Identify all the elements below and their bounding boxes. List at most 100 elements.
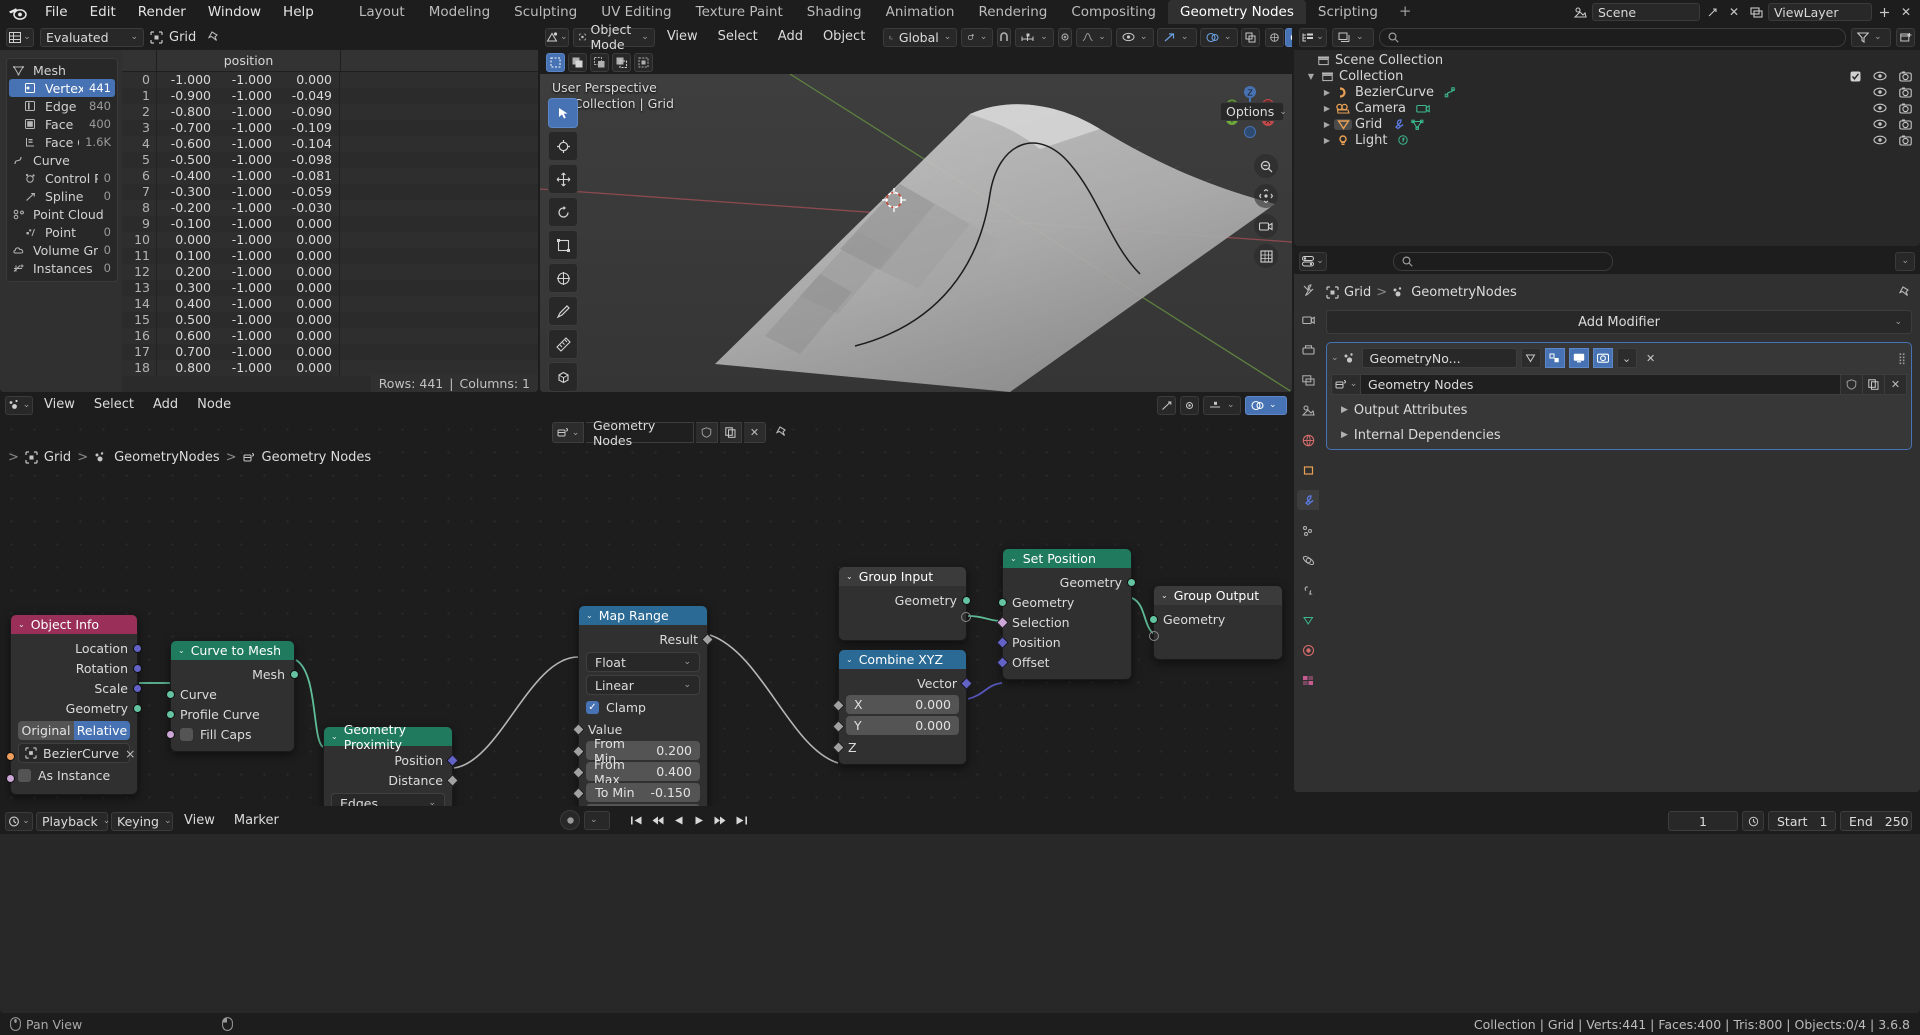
- domain-row-instances[interactable]: Instances 0: [7, 259, 117, 277]
- timeline-editor-type-icon[interactable]: ⌄: [5, 811, 33, 831]
- socket-input-virtual[interactable]: [1149, 629, 1282, 645]
- auto-key-icon[interactable]: [1742, 811, 1764, 831]
- clear-object-icon[interactable]: ×: [125, 746, 135, 761]
- transform-space-toggle[interactable]: Original Relative: [18, 721, 130, 740]
- curve-data-icon[interactable]: [1444, 86, 1457, 98]
- socket-dot-virtual[interactable]: [961, 612, 971, 622]
- solid-shading-button[interactable]: [1284, 27, 1292, 47]
- gizmo-dropdown[interactable]: ⌄: [1156, 27, 1197, 47]
- jump-to-end-button[interactable]: [733, 810, 750, 830]
- interpolation-type-dropdown[interactable]: Linear ⌄: [586, 675, 700, 695]
- socket-diamond-value[interactable]: [832, 699, 845, 712]
- viewport-editor-type-icon[interactable]: ⌄: [545, 27, 569, 47]
- move-view-icon[interactable]: [1254, 184, 1278, 208]
- socket-diamond-vector[interactable]: [996, 635, 1009, 649]
- table-row[interactable]: 14 0.400 -1.000 0.000: [122, 296, 538, 312]
- outliner-editor-type-icon[interactable]: ⌄: [1299, 27, 1327, 47]
- socket-dot-virtual[interactable]: [1149, 631, 1159, 641]
- node-object-info[interactable]: ⌄ Object Info Location Rotation Scale Ge…: [6, 614, 142, 795]
- socket-diamond-vector[interactable]: [960, 676, 973, 690]
- viewport-menu-object[interactable]: Object: [815, 26, 873, 48]
- proportional-editing-toggle[interactable]: [1057, 27, 1072, 47]
- remove-viewlayer-icon[interactable]: ✕: [1896, 3, 1916, 21]
- node-group-browse-icon[interactable]: ⌄: [1331, 373, 1361, 395]
- workspace-tab-uv-editing[interactable]: UV Editing: [589, 0, 683, 24]
- collapse-triangle-icon[interactable]: ⌄: [586, 611, 593, 620]
- table-row[interactable]: 8 -0.200 -1.000 -0.030: [122, 200, 538, 216]
- socket-output-geometry[interactable]: Geometry: [839, 590, 971, 610]
- node-group-name-field[interactable]: Geometry Nodes: [1361, 373, 1841, 395]
- scale-tool[interactable]: [548, 230, 578, 260]
- socket-dot-bool[interactable]: [6, 774, 15, 783]
- light-data-icon[interactable]: [1397, 134, 1409, 146]
- socket-output-location[interactable]: Location: [11, 638, 142, 658]
- select-mode-extend-button[interactable]: [568, 52, 587, 72]
- outliner-row-grid[interactable]: ▶ Grid: [1294, 116, 1920, 132]
- breadcrumb-object[interactable]: Grid: [44, 450, 71, 465]
- socket-dot-vector[interactable]: [133, 683, 142, 693]
- tab-view-layer[interactable]: [1297, 370, 1319, 390]
- expand-triangle-icon[interactable]: ▶: [1320, 104, 1334, 113]
- outliner-filter-dropdown[interactable]: ⌄: [1851, 27, 1891, 47]
- properties-search-input[interactable]: [1393, 251, 1613, 271]
- table-row[interactable]: 0 -1.000 -1.000 0.000: [122, 72, 538, 88]
- workspace-tab-animation[interactable]: Animation: [874, 0, 967, 24]
- collapse-triangle-icon[interactable]: ⌄: [1331, 353, 1339, 363]
- socket-output-distance[interactable]: Distance: [324, 770, 459, 790]
- start-frame-field[interactable]: Start 1: [1768, 811, 1836, 831]
- modifier-render-display-button[interactable]: [1592, 348, 1613, 368]
- previous-keyframe-button[interactable]: [649, 810, 666, 830]
- viewport-options-dropdown[interactable]: Options ⌄: [1220, 102, 1287, 121]
- pin-icon[interactable]: [776, 426, 789, 439]
- clamp-checkbox[interactable]: ✓ Clamp: [586, 698, 700, 717]
- add-cube-tool[interactable]: [548, 362, 578, 392]
- socket-output-vector[interactable]: Vector: [839, 673, 973, 693]
- move-tool[interactable]: [548, 164, 578, 194]
- viewlayer-browse-icon[interactable]: [1746, 3, 1766, 21]
- outliner-row-collection[interactable]: ▼ Collection: [1294, 68, 1920, 84]
- tab-material[interactable]: [1297, 640, 1319, 660]
- socket-dot-object[interactable]: [6, 752, 15, 761]
- outliner-row-scene-collection[interactable]: Scene Collection: [1294, 52, 1920, 68]
- camera-render-icon[interactable]: [1899, 87, 1912, 98]
- socket-input-offset[interactable]: Offset: [996, 652, 1131, 672]
- workspace-tab-geometry-nodes[interactable]: Geometry Nodes: [1168, 0, 1306, 24]
- scene-name-field[interactable]: Scene: [1592, 3, 1700, 21]
- collapse-triangle-icon[interactable]: ⌄: [18, 620, 25, 629]
- node-header[interactable]: ⌄ Curve to Mesh: [171, 641, 294, 660]
- node-header[interactable]: ⌄ Geometry Proximity: [324, 722, 452, 752]
- viewport-menu-add[interactable]: Add: [770, 26, 811, 48]
- tab-object-data[interactable]: [1297, 610, 1319, 630]
- socket-diamond-value[interactable]: [832, 720, 845, 733]
- collapse-triangle-icon[interactable]: ⌄: [1010, 554, 1017, 563]
- breadcrumb-object-name[interactable]: Grid: [1344, 285, 1371, 300]
- socket-input-curve[interactable]: Curve: [166, 684, 294, 704]
- collapse-triangle-icon[interactable]: ⌄: [1161, 591, 1168, 600]
- camera-render-icon[interactable]: [1899, 103, 1912, 114]
- tab-render[interactable]: [1297, 310, 1319, 330]
- workspace-tab-scripting[interactable]: Scripting: [1306, 0, 1390, 24]
- keying-dropdown[interactable]: Keying ⌄: [111, 811, 173, 831]
- unlink-icon[interactable]: ✕: [744, 422, 766, 443]
- domain-row-mesh[interactable]: Mesh: [7, 61, 117, 79]
- eye-icon[interactable]: [1873, 71, 1887, 81]
- workspace-tab-rendering[interactable]: Rendering: [966, 0, 1059, 24]
- tab-object-properties[interactable]: [1297, 460, 1319, 480]
- node-group-name-field[interactable]: Geometry Nodes: [586, 418, 694, 448]
- workspace-tab-compositing[interactable]: Compositing: [1059, 0, 1168, 24]
- timeline-canvas[interactable]: [0, 834, 1920, 1013]
- jump-to-start-button[interactable]: [628, 810, 645, 830]
- menu-file[interactable]: File: [34, 0, 79, 24]
- table-row[interactable]: 1 -0.900 -1.000 -0.049: [122, 88, 538, 104]
- add-modifier-button[interactable]: Add Modifier ⌄: [1326, 310, 1912, 334]
- socket-diamond-vector[interactable]: [446, 753, 459, 767]
- annotate-tool[interactable]: [548, 296, 578, 326]
- node-menu-node[interactable]: Node: [189, 394, 239, 416]
- socket-dot-vector[interactable]: [133, 643, 142, 653]
- mesh-data-icon[interactable]: [1411, 119, 1424, 130]
- proximity-target-element-dropdown[interactable]: Edges ⌄: [331, 793, 445, 806]
- field-to-max[interactable]: To Max 0.000: [586, 804, 700, 806]
- table-row[interactable]: 17 0.700 -1.000 0.000: [122, 344, 538, 360]
- collapse-triangle-icon[interactable]: ⌄: [846, 572, 853, 581]
- camera-data-icon[interactable]: [1416, 103, 1430, 114]
